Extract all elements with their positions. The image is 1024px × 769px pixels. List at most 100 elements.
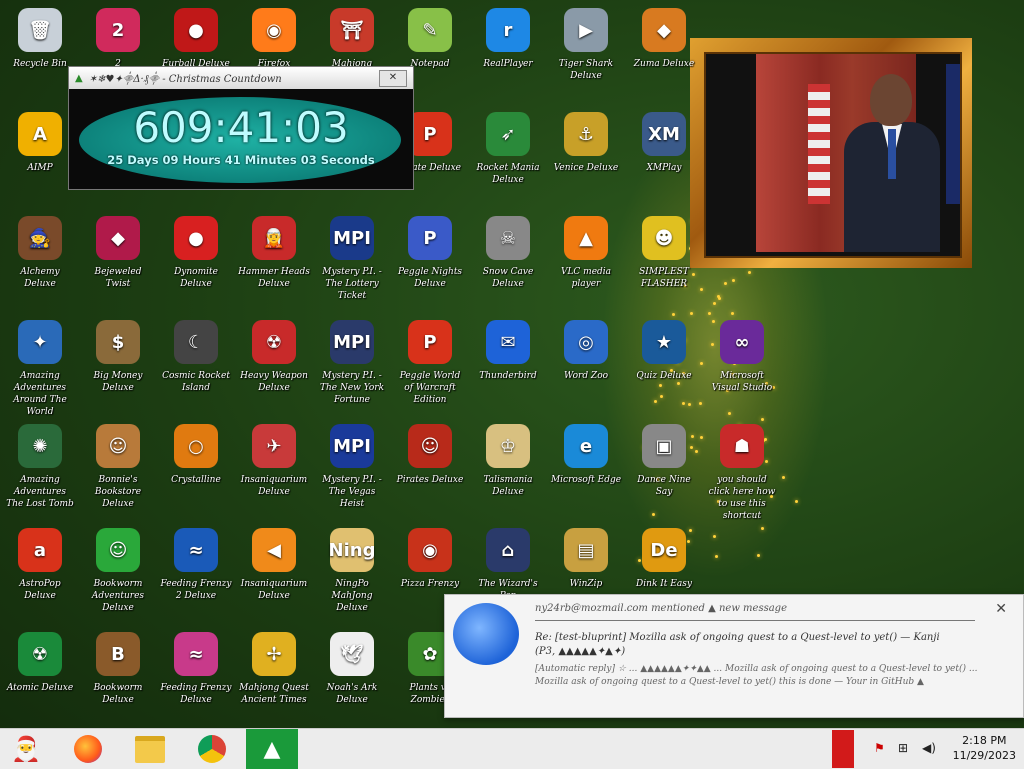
sparkle xyxy=(731,312,734,315)
sparkle xyxy=(713,302,716,305)
desktop-icon-label: Peggle World of Warcraft Edition xyxy=(392,370,468,406)
desktop-icon-label: Thunderbird xyxy=(470,370,546,382)
desktop-icon[interactable]: ☺ Pirates Deluxe xyxy=(392,420,468,520)
desktop-icon[interactable]: ∞ Microsoft Visual Studio xyxy=(704,316,780,416)
desktop-icon-label: Crystalline xyxy=(158,474,234,486)
app-icon: ☗ xyxy=(720,424,764,468)
us-flag-icon xyxy=(808,84,830,204)
desktop-icon[interactable]: B Bookworm Deluxe xyxy=(80,628,156,728)
desktop-icon[interactable]: ✈ Insaniquarium Deluxe xyxy=(236,420,312,520)
desktop-icon-label: Dance Nine Say xyxy=(626,474,702,498)
desktop-icon[interactable]: ☺ Bonnie's Bookstore Deluxe xyxy=(80,420,156,520)
chrome-taskbar-button[interactable] xyxy=(186,729,238,769)
desktop-icon[interactable]: MPI Mystery P.I. - The Lottery Ticket xyxy=(314,212,390,312)
desktop-icon[interactable]: a AstroPop Deluxe xyxy=(2,524,78,624)
desktop-icon[interactable]: ◀ Insaniquarium Deluxe xyxy=(236,524,312,624)
desktop-icon[interactable]: e Microsoft Edge xyxy=(548,420,624,520)
desktop-icon[interactable]: ☺ Bookworm Adventures Deluxe xyxy=(80,524,156,624)
desktop-icon[interactable]: MPI Mystery P.I. - The Vegas Heist xyxy=(314,420,390,520)
volume-icon[interactable]: ◀) xyxy=(922,741,936,755)
desktop-icon-label: Feeding Frenzy Deluxe xyxy=(158,682,234,706)
desktop-icon[interactable]: 🗑 Recycle Bin xyxy=(2,4,78,104)
desktop-icon[interactable]: ⚓ Venice Deluxe xyxy=(548,108,624,208)
sparkle xyxy=(782,476,785,479)
desktop-icon[interactable]: ▶ Tiger Shark Deluxe xyxy=(548,4,624,104)
desktop-icon[interactable]: ➶ Rocket Mania Deluxe xyxy=(470,108,546,208)
desktop-icon-label: WinZip xyxy=(548,578,624,590)
countdown-big-time: 609:41:03 xyxy=(69,103,413,152)
desktop-icon[interactable]: ◆ Bejeweled Twist xyxy=(80,212,156,312)
desktop-icon-label: Peggle Nights Deluxe xyxy=(392,266,468,290)
countdown-titlebar[interactable]: ▲ ✶❄♥✦⸎Δ·₰⸎ - Christmas Countdown xyxy=(69,67,413,89)
desktop-icon[interactable]: ★ Quiz Deluxe xyxy=(626,316,702,416)
christmas-countdown-window[interactable]: ▲ ✶❄♥✦⸎Δ·₰⸎ - Christmas Countdown ✕ 609:… xyxy=(68,66,414,190)
clock-time: 2:18 PM xyxy=(953,733,1016,748)
start-button[interactable]: 🎅 xyxy=(0,729,52,769)
app-icon: ➶ xyxy=(486,112,530,156)
desktop-icon[interactable]: XM XMPlay xyxy=(626,108,702,208)
clock[interactable]: 2:18 PM 11/29/2023 xyxy=(953,733,1016,763)
desktop-icon[interactable]: 🧙 Alchemy Deluxe xyxy=(2,212,78,312)
app-icon: ☠ xyxy=(486,216,530,260)
desktop-icon-label: Heavy Weapon Deluxe xyxy=(236,370,312,394)
photo-frame-widget[interactable] xyxy=(690,38,972,268)
sparkle xyxy=(713,535,716,538)
countdown-detail-time: 25 Days 09 Hours 41 Minutes 03 Seconds xyxy=(69,153,413,167)
app-icon: ⚓ xyxy=(564,112,608,156)
app-icon: ≈ xyxy=(174,632,218,676)
christmas-countdown-taskbar-button[interactable]: ▲ xyxy=(246,729,298,769)
desktop-icon[interactable]: ◆ Zuma Deluxe xyxy=(626,4,702,104)
desktop-icon-label: Word Zoo xyxy=(548,370,624,382)
desktop-icon[interactable]: ☢ Atomic Deluxe xyxy=(2,628,78,728)
desktop-icon[interactable]: ▣ Dance Nine Say xyxy=(626,420,702,520)
desktop-icon[interactable]: MPI Mystery P.I. - The New York Fortune xyxy=(314,316,390,416)
sparkle xyxy=(708,312,711,315)
desktop-icon-label: Venice Deluxe xyxy=(548,162,624,174)
desktop-icon[interactable]: ✢ Mahjong Quest Ancient Times xyxy=(236,628,312,728)
clock-date: 11/29/2023 xyxy=(953,748,1016,763)
desktop-icon[interactable]: ● Dynomite Deluxe xyxy=(158,212,234,312)
app-icon: ● xyxy=(174,8,218,52)
desktop-icon[interactable]: ✺ Amazing Adventures The Lost Tomb xyxy=(2,420,78,520)
desktop-icon-label: Pirates Deluxe xyxy=(392,474,468,486)
desktop-icon[interactable]: ≈ Feeding Frenzy Deluxe xyxy=(158,628,234,728)
desktop-icon-label: AstroPop Deluxe xyxy=(2,578,78,602)
desktop-icon[interactable]: P Peggle Nights Deluxe xyxy=(392,212,468,312)
desktop-icon[interactable]: ✦ Amazing Adventures Around The World xyxy=(2,316,78,416)
desktop-icon[interactable]: ☗ you should click here how to use this s… xyxy=(704,420,780,520)
desktop-icon[interactable]: ✉ Thunderbird xyxy=(470,316,546,416)
app-icon: MPI xyxy=(330,424,374,468)
app-icon: ☺ xyxy=(96,528,140,572)
app-icon: $ xyxy=(96,320,140,364)
desktop-icon[interactable]: A AIMP xyxy=(2,108,78,208)
notification-close-button[interactable]: ✕ xyxy=(995,601,1007,617)
app-icon: ◉ xyxy=(408,528,452,572)
desktop-icon[interactable]: ♔ Talismania Deluxe xyxy=(470,420,546,520)
desktop-icon[interactable]: ○ Crystalline xyxy=(158,420,234,520)
desktop-icon-label: Rocket Mania Deluxe xyxy=(470,162,546,186)
desktop-icon-label: SIMPLEST FLASHER xyxy=(626,266,702,290)
close-button[interactable]: ✕ xyxy=(379,70,407,87)
desktop-icon[interactable]: P Peggle World of Warcraft Edition xyxy=(392,316,468,416)
network-disconnected-icon[interactable]: ⚑ xyxy=(874,741,885,755)
desktop-icon[interactable]: ☻ SIMPLEST FLASHER xyxy=(626,212,702,312)
app-icon: ◉ xyxy=(252,8,296,52)
app-icon: 🧙 xyxy=(18,216,62,260)
file-explorer-taskbar-button[interactable] xyxy=(124,729,176,769)
desktop-icon[interactable]: ≈ Feeding Frenzy 2 Deluxe xyxy=(158,524,234,624)
app-icon: ☻ xyxy=(642,216,686,260)
firefox-taskbar-button[interactable] xyxy=(62,729,114,769)
desktop-icon[interactable]: Ning NingPo MahJong Deluxe xyxy=(314,524,390,624)
desktop-icon[interactable]: ☾ Cosmic Rocket Island xyxy=(158,316,234,416)
desktop-icon[interactable]: $ Big Money Deluxe xyxy=(80,316,156,416)
desktop-icon[interactable]: 🧝 Hammer Heads Deluxe xyxy=(236,212,312,312)
desktop-icon[interactable]: ☠ Snow Cave Deluxe xyxy=(470,212,546,312)
thunderbird-notification[interactable]: ny24rb@mozmail.com mentioned ▲ new messa… xyxy=(444,594,1024,718)
desktop-icon[interactable]: ▲ VLC media player xyxy=(548,212,624,312)
desktop-icon[interactable]: ◎ Word Zoo xyxy=(548,316,624,416)
network-icon[interactable]: ⊞ xyxy=(898,741,908,755)
desktop-icon[interactable]: ☢ Heavy Weapon Deluxe xyxy=(236,316,312,416)
desktop-icon[interactable]: 🕊 Noah's Ark Deluxe xyxy=(314,628,390,728)
desktop-icon[interactable]: r RealPlayer xyxy=(470,4,546,104)
portrait-photo xyxy=(756,54,916,252)
